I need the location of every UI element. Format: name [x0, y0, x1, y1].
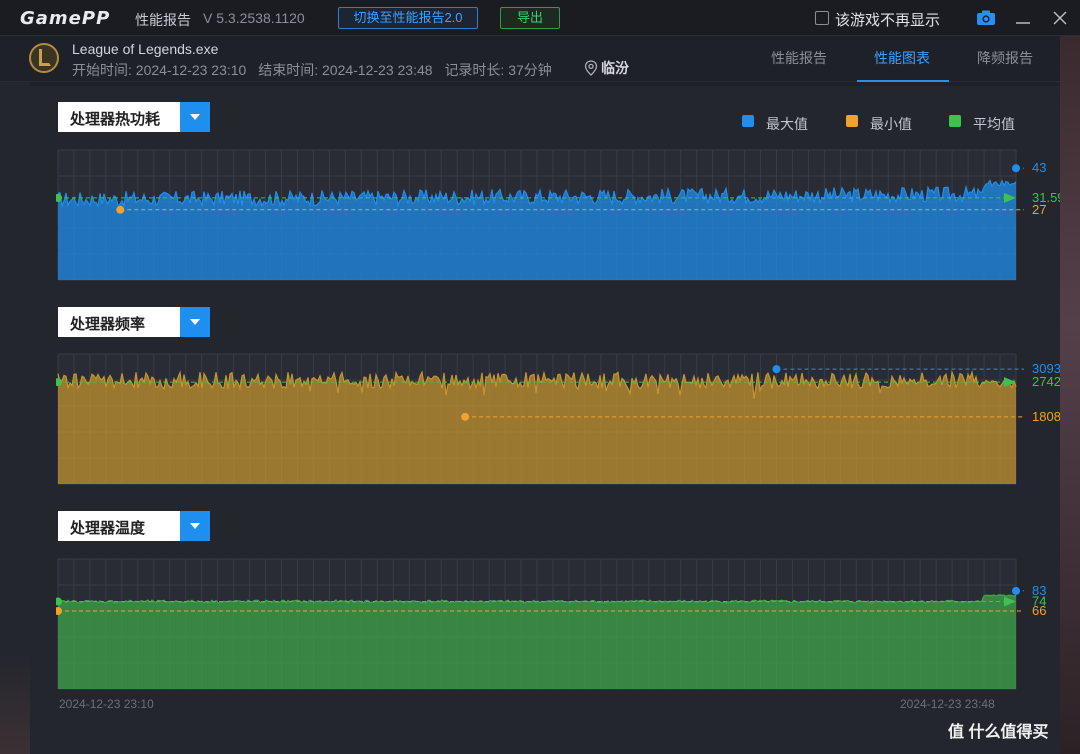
app-window: GamePP 性能报告 V 5.3.2538.1120 切换至性能报告2.0 导… — [0, 0, 1080, 754]
app-version: V 5.3.2538.1120 — [203, 10, 305, 26]
close-icon[interactable] — [1050, 8, 1070, 28]
title-bar: GamePP 性能报告 V 5.3.2538.1120 切换至性能报告2.0 导… — [0, 0, 1080, 36]
noshow-label: 该游戏不再显示 — [835, 12, 941, 29]
watermark: 值 什么值得买 — [948, 724, 1049, 741]
location-pin-icon — [584, 60, 598, 76]
min-value-label: 1808 — [1032, 409, 1061, 424]
game-icon — [29, 43, 59, 73]
camera-icon[interactable] — [976, 8, 996, 28]
metric-select-1[interactable]: 处理器热功耗 — [58, 102, 210, 132]
end-time: 结束时间: 2024-12-23 23:48 — [258, 62, 433, 78]
game-name: League of Legends.exe — [72, 41, 219, 57]
legend-avg-swatch — [949, 115, 961, 127]
tab-throttle-report[interactable]: 降频报告 — [977, 48, 1033, 68]
noshow-checkbox[interactable] — [815, 11, 829, 25]
app-title: 性能报告 — [135, 12, 191, 28]
tab-performance-report[interactable]: 性能报告 — [771, 48, 827, 68]
min-point — [116, 205, 125, 214]
chevron-down-icon[interactable] — [180, 307, 210, 337]
metric-select-1-label: 处理器热功耗 — [70, 111, 161, 128]
chart-frequency: 30932742.81808 — [56, 353, 1072, 485]
right-border — [1060, 36, 1080, 754]
min-value-label: 27 — [1032, 202, 1046, 217]
series-area — [58, 595, 1016, 689]
switch-report-button[interactable]: 切换至性能报告2.0 — [338, 7, 478, 29]
minimize-icon[interactable] — [1013, 8, 1033, 28]
export-button[interactable]: 导出 — [500, 7, 560, 29]
metric-select-2[interactable]: 处理器频率 — [58, 307, 210, 337]
legend-max-label: 最大值 — [766, 116, 808, 132]
chevron-down-icon[interactable] — [180, 102, 210, 132]
app-logo: GamePP — [20, 8, 111, 29]
tab-performance-chart[interactable]: 性能图表 — [874, 48, 930, 68]
location: 临汾 — [584, 58, 629, 78]
metric-select-3-label: 处理器温度 — [70, 520, 146, 537]
min-value-label: 66 — [1032, 603, 1046, 618]
chart-power: 4331.5927 — [56, 149, 1065, 281]
location-text: 临汾 — [601, 60, 629, 76]
legend-min-label: 最小值 — [870, 116, 912, 132]
min-point — [461, 412, 470, 421]
duration: 记录时长: 37分钟 — [444, 62, 552, 78]
chart-temperature: 837466 — [56, 558, 1046, 690]
chevron-down-icon[interactable] — [180, 511, 210, 541]
time-axis-start: 2024-12-23 23:10 — [59, 697, 154, 711]
time-axis-end: 2024-12-23 23:48 — [900, 697, 995, 711]
legend-max-swatch — [742, 115, 754, 127]
active-tab-indicator — [857, 80, 949, 82]
max-point — [772, 365, 781, 374]
max-point — [1012, 164, 1020, 173]
start-time: 开始时间: 2024-12-23 23:10 — [72, 62, 247, 78]
max-value-label: 43 — [1032, 160, 1046, 175]
left-border — [0, 82, 30, 754]
metric-select-2-label: 处理器频率 — [70, 316, 146, 333]
metric-select-3[interactable]: 处理器温度 — [58, 511, 210, 541]
legend-min-swatch — [846, 115, 858, 127]
game-meta: 开始时间: 2024-12-23 23:10 结束时间: 2024-12-23 … — [72, 60, 560, 80]
max-point — [1012, 586, 1020, 595]
game-info-bar: League of Legends.exe 开始时间: 2024-12-23 2… — [0, 36, 1080, 82]
legend-avg-label: 平均值 — [973, 116, 1015, 132]
